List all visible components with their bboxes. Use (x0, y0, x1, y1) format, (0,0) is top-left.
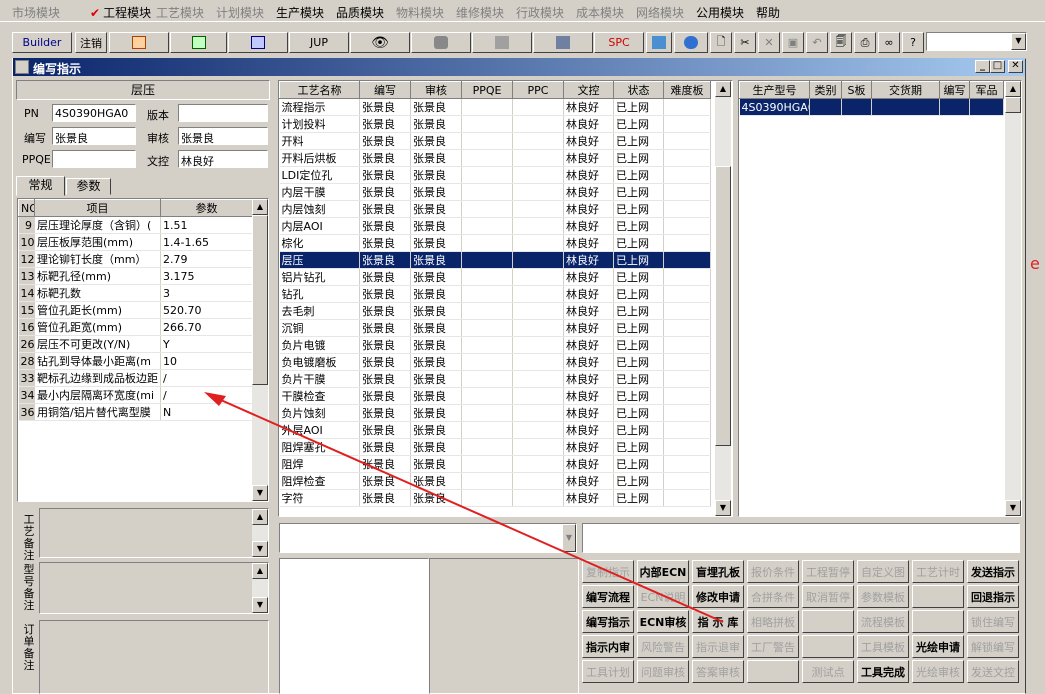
background-fragment: e (1030, 254, 1040, 272)
annotation-arrow (204, 392, 724, 623)
